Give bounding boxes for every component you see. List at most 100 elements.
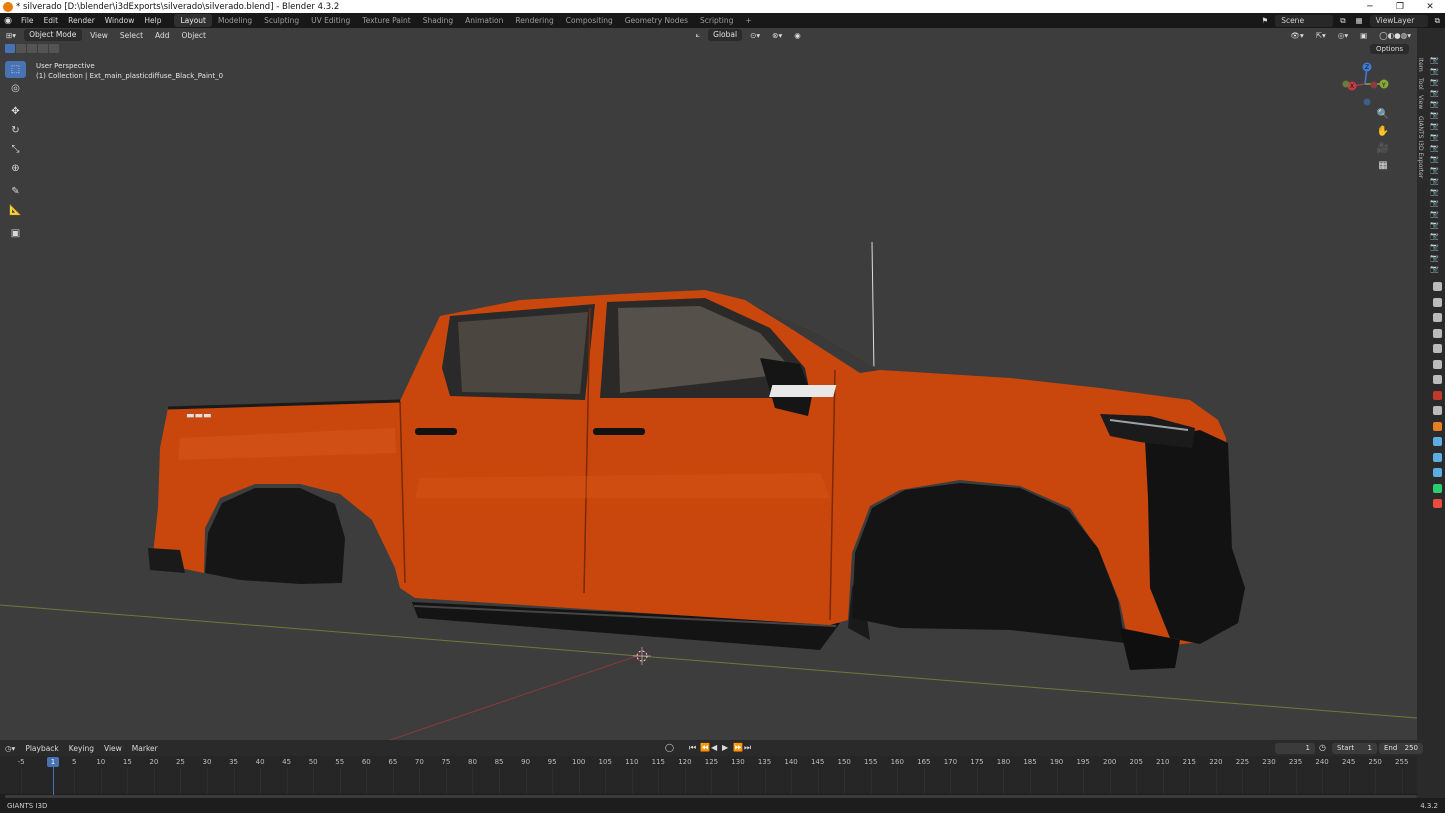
pan-hand-icon[interactable]: ✋ [1374,123,1392,139]
cursor-tool-icon[interactable]: ◎ [5,80,26,97]
minimize-button[interactable]: ─ [1355,2,1385,12]
properties-tab-icon[interactable] [1433,483,1442,493]
outliner-visibility-camera-icon[interactable]: 📷 [1430,166,1439,174]
workspace-tab-modeling[interactable]: Modeling [212,14,258,27]
view-layer-icon[interactable]: ▦ [1351,16,1368,25]
menu-window[interactable]: Window [100,16,140,25]
auto-keying-icon[interactable]: ◯ [665,743,674,752]
close-button[interactable]: ✕ [1415,2,1445,12]
scene-selector[interactable]: Scene [1275,14,1334,27]
interaction-mode-dropdown[interactable]: Object Mode [24,29,83,41]
sidebar-tab-item[interactable]: Item [1417,58,1424,72]
proportional-editing-icon[interactable]: ◉ [788,31,807,40]
end-frame-field[interactable]: End 250 [1379,743,1423,754]
restore-button[interactable]: ❐ [1385,2,1415,12]
prev-keyframe-icon[interactable]: ⏪ [700,743,710,752]
workspace-tab-sculpting[interactable]: Sculpting [258,14,305,27]
workspace-tab-geometry-nodes[interactable]: Geometry Nodes [619,14,694,27]
new-view-layer-icon[interactable]: ⧉ [1430,16,1445,26]
shading-mode-icons[interactable]: ◯◐●◍▾ [1373,31,1417,40]
outliner-visibility-camera-icon[interactable]: 📷 [1430,254,1439,262]
menu-render[interactable]: Render [63,16,100,25]
workspace-tab-uv-editing[interactable]: UV Editing [305,14,356,27]
annotate-tool-icon[interactable]: ✎ [5,183,26,200]
properties-tab-icon[interactable] [1433,499,1442,508]
playhead-line[interactable] [53,767,54,795]
camera-view-icon[interactable]: 🎥 [1374,140,1392,156]
properties-tab-icon[interactable] [1433,452,1442,462]
selection-mode-buttons[interactable] [5,44,60,53]
outliner-visibility-camera-icon[interactable]: 📷 [1430,199,1439,207]
scene-icon[interactable]: ⚑ [1256,16,1273,25]
properties-tab-icon[interactable] [1433,344,1442,353]
timeline-menu-keying[interactable]: Keying [64,744,99,753]
outliner-visibility-camera-icon[interactable]: 📷 [1430,177,1439,185]
navigation-gizmo[interactable]: Y Z X [1340,62,1390,110]
outliner-visibility-camera-icon[interactable]: 📷 [1430,122,1439,130]
play-icon[interactable]: ▶ [722,743,728,752]
jump-end-icon[interactable]: ⏭ [744,743,751,753]
gizmo-y-negative[interactable] [1342,80,1350,88]
current-frame-field[interactable]: 1 [1275,743,1315,754]
add-workspace-button[interactable]: + [739,14,757,27]
outliner-visibility-camera-icon[interactable]: 📷 [1430,56,1439,64]
transform-orientation-dropdown[interactable]: Global [708,29,743,41]
outliner-visibility-camera-icon[interactable]: 📷 [1430,188,1439,196]
timeline-menu-playback[interactable]: Playback [20,744,63,753]
select-box-tool-icon[interactable]: ⬚ [5,61,26,78]
preview-range-icon[interactable]: ◷ [1319,743,1326,752]
workspace-tab-scripting[interactable]: Scripting [694,14,739,27]
measure-tool-icon[interactable]: 📐 [5,202,26,219]
outliner-visibility-camera-icon[interactable]: 📷 [1430,243,1439,251]
next-keyframe-icon[interactable]: ⏩ [733,743,743,752]
select-invert-icon[interactable] [38,44,48,53]
properties-tab-icon[interactable] [1433,328,1442,338]
snap-icon[interactable]: ⊗▾ [766,31,788,40]
properties-tab-icon[interactable] [1433,390,1442,400]
move-tool-icon[interactable]: ✥ [5,103,26,120]
3d-cursor[interactable] [633,647,651,665]
properties-tab-icon[interactable] [1433,437,1442,446]
timeline-editor-icon[interactable]: ◷▾ [0,744,20,753]
zoom-icon[interactable]: 🔍 [1374,106,1392,122]
scale-tool-icon[interactable]: ⤡ [5,141,26,158]
outliner-visibility-camera-icon[interactable]: 📷 [1430,78,1439,86]
outliner-visibility-camera-icon[interactable]: 📷 [1430,144,1439,152]
workspace-tab-shading[interactable]: Shading [417,14,459,27]
workspace-tab-rendering[interactable]: Rendering [509,14,559,27]
outliner-visibility-camera-icon[interactable]: 📷 [1430,210,1439,218]
workspace-tab-texture-paint[interactable]: Texture Paint [356,14,416,27]
properties-tab-icon[interactable] [1433,406,1442,415]
properties-tab-icon[interactable] [1433,468,1442,477]
properties-tab-icon[interactable] [1433,297,1442,307]
outliner-visibility-camera-icon[interactable]: 📷 [1430,133,1439,141]
timeline-menu-marker[interactable]: Marker [127,744,163,753]
menu-edit[interactable]: Edit [39,16,64,25]
properties-tab-icon[interactable] [1433,282,1442,291]
gizmo-toggle-icon[interactable]: ⇱▾ [1310,31,1332,40]
pivot-point-icon[interactable]: ⊙▾ [744,31,766,40]
timeline-menu-view[interactable]: View [99,744,127,753]
sidebar-tab-view[interactable]: View [1417,95,1424,109]
menu-file[interactable]: File [16,16,39,25]
outliner-visibility-camera-icon[interactable]: 📷 [1430,111,1439,119]
transform-orientation-icon[interactable]: ⟀ [690,30,707,40]
select-subtract-icon[interactable] [27,44,37,53]
editor-type-icon[interactable]: ⊞▾ [0,31,22,40]
outliner-visibility-camera-icon[interactable]: 📷 [1430,221,1439,229]
outliner-visibility-camera-icon[interactable]: 📷 [1430,155,1439,163]
view-layer-selector[interactable]: ViewLayer [1369,14,1428,27]
rotate-tool-icon[interactable]: ↻ [5,122,26,139]
timeline-area[interactable]: -5 5 10 15 20 25 30 35 40 45 50 55 60 65 70 75 80 85 90 95 1… [0,756,1417,795]
sidebar-tab-tool[interactable]: Tool [1417,78,1424,90]
select-extend-icon[interactable] [16,44,26,53]
viewport-options-button[interactable]: Options [1369,44,1409,54]
workspace-tab-compositing[interactable]: Compositing [560,14,619,27]
properties-tab-icon[interactable] [1433,421,1442,431]
outliner-visibility-camera-icon[interactable]: 📷 [1430,265,1439,273]
jump-start-icon[interactable]: ⏮ [689,743,696,753]
3d-viewport[interactable]: ▬▬▬ Z71 ⊞▾ Object Mode View Select Add O… [0,28,1417,740]
viewport-menu-add[interactable]: Add [149,31,176,40]
outliner-visibility-camera-icon[interactable]: 📷 [1430,89,1439,97]
start-frame-field[interactable]: Start 1 [1332,743,1377,754]
